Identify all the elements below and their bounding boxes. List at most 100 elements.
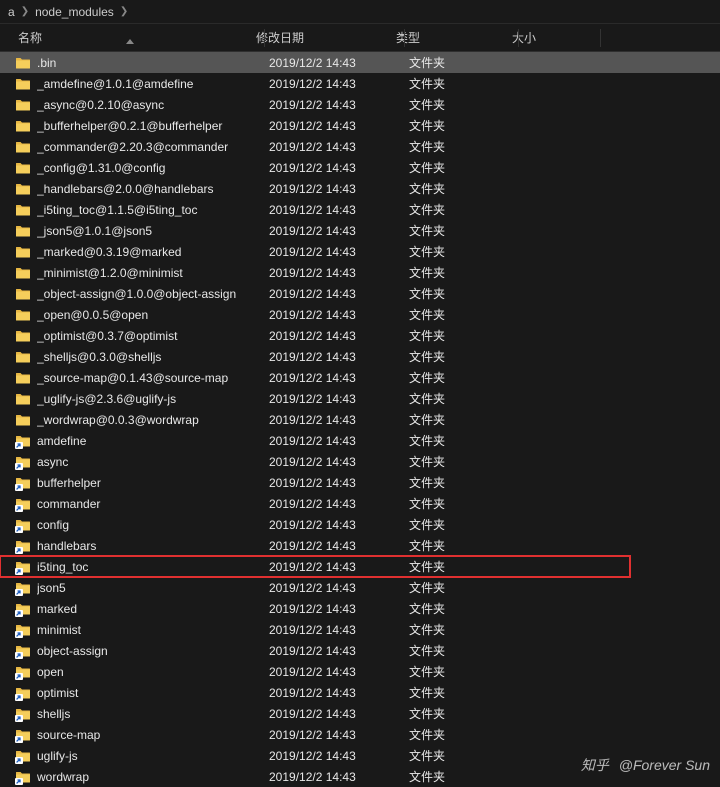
file-date: 2019/12/2 14:43 bbox=[269, 119, 409, 133]
file-type: 文件夹 bbox=[409, 54, 525, 71]
file-date: 2019/12/2 14:43 bbox=[269, 329, 409, 343]
file-row[interactable]: _shelljs@0.3.0@shelljs2019/12/2 14:43文件夹 bbox=[0, 346, 720, 367]
file-row[interactable]: _commander@2.20.3@commander2019/12/2 14:… bbox=[0, 136, 720, 157]
file-name: _minimist@1.2.0@minimist bbox=[37, 266, 269, 280]
file-type: 文件夹 bbox=[409, 495, 525, 512]
folder-shortcut-icon bbox=[15, 664, 31, 680]
file-type: 文件夹 bbox=[409, 516, 525, 533]
breadcrumb[interactable]: a ❯ node_modules ❯ bbox=[0, 0, 720, 24]
file-row[interactable]: _optimist@0.3.7@optimist2019/12/2 14:43文… bbox=[0, 325, 720, 346]
folder-icon bbox=[15, 391, 31, 407]
file-row[interactable]: minimist2019/12/2 14:43文件夹 bbox=[0, 619, 720, 640]
file-type: 文件夹 bbox=[409, 264, 525, 281]
file-row[interactable]: _marked@0.3.19@marked2019/12/2 14:43文件夹 bbox=[0, 241, 720, 262]
file-name: i5ting_toc bbox=[37, 560, 269, 574]
folder-shortcut-icon bbox=[15, 454, 31, 470]
file-row[interactable]: open2019/12/2 14:43文件夹 bbox=[0, 661, 720, 682]
file-row[interactable]: async2019/12/2 14:43文件夹 bbox=[0, 451, 720, 472]
file-row[interactable]: _config@1.31.0@config2019/12/2 14:43文件夹 bbox=[0, 157, 720, 178]
file-date: 2019/12/2 14:43 bbox=[269, 497, 409, 511]
file-row[interactable]: _bufferhelper@0.2.1@bufferhelper2019/12/… bbox=[0, 115, 720, 136]
file-name: _amdefine@1.0.1@amdefine bbox=[37, 77, 269, 91]
sort-ascending-icon bbox=[126, 39, 134, 44]
file-row[interactable]: optimist2019/12/2 14:43文件夹 bbox=[0, 682, 720, 703]
file-row[interactable]: _object-assign@1.0.0@object-assign2019/1… bbox=[0, 283, 720, 304]
file-name: marked bbox=[37, 602, 269, 616]
column-header-type[interactable]: 类型 bbox=[396, 29, 512, 46]
breadcrumb-part[interactable]: a bbox=[8, 5, 15, 19]
file-row[interactable]: json52019/12/2 14:43文件夹 bbox=[0, 577, 720, 598]
folder-shortcut-icon bbox=[15, 685, 31, 701]
file-type: 文件夹 bbox=[409, 432, 525, 449]
file-row[interactable]: _async@0.2.10@async2019/12/2 14:43文件夹 bbox=[0, 94, 720, 115]
file-row[interactable]: commander2019/12/2 14:43文件夹 bbox=[0, 493, 720, 514]
file-row[interactable]: wordwrap2019/12/2 14:43文件夹 bbox=[0, 766, 720, 787]
file-row[interactable]: uglify-js2019/12/2 14:43文件夹 bbox=[0, 745, 720, 766]
folder-icon bbox=[15, 412, 31, 428]
file-name: bufferhelper bbox=[37, 476, 269, 490]
file-date: 2019/12/2 14:43 bbox=[269, 224, 409, 238]
folder-shortcut-icon bbox=[15, 622, 31, 638]
file-row[interactable]: object-assign2019/12/2 14:43文件夹 bbox=[0, 640, 720, 661]
file-row[interactable]: shelljs2019/12/2 14:43文件夹 bbox=[0, 703, 720, 724]
file-type: 文件夹 bbox=[409, 684, 525, 701]
file-row[interactable]: source-map2019/12/2 14:43文件夹 bbox=[0, 724, 720, 745]
folder-icon bbox=[15, 97, 31, 113]
column-header-name[interactable]: 名称 bbox=[0, 29, 256, 46]
folder-icon bbox=[15, 76, 31, 92]
file-row[interactable]: _amdefine@1.0.1@amdefine2019/12/2 14:43文… bbox=[0, 73, 720, 94]
folder-icon bbox=[15, 160, 31, 176]
file-type: 文件夹 bbox=[409, 600, 525, 617]
file-row[interactable]: amdefine2019/12/2 14:43文件夹 bbox=[0, 430, 720, 451]
file-name: json5 bbox=[37, 581, 269, 595]
column-header-date[interactable]: 修改日期 bbox=[256, 29, 396, 46]
file-type: 文件夹 bbox=[409, 243, 525, 260]
file-date: 2019/12/2 14:43 bbox=[269, 665, 409, 679]
file-row[interactable]: _minimist@1.2.0@minimist2019/12/2 14:43文… bbox=[0, 262, 720, 283]
folder-icon bbox=[15, 349, 31, 365]
file-list: .bin2019/12/2 14:43文件夹_amdefine@1.0.1@am… bbox=[0, 52, 720, 787]
file-row[interactable]: _open@0.0.5@open2019/12/2 14:43文件夹 bbox=[0, 304, 720, 325]
file-date: 2019/12/2 14:43 bbox=[269, 182, 409, 196]
file-row[interactable]: _source-map@0.1.43@source-map2019/12/2 1… bbox=[0, 367, 720, 388]
folder-icon bbox=[15, 328, 31, 344]
file-date: 2019/12/2 14:43 bbox=[269, 686, 409, 700]
file-name: _commander@2.20.3@commander bbox=[37, 140, 269, 154]
file-row[interactable]: i5ting_toc2019/12/2 14:43文件夹 bbox=[0, 556, 630, 577]
file-date: 2019/12/2 14:43 bbox=[269, 392, 409, 406]
file-name: handlebars bbox=[37, 539, 269, 553]
file-row[interactable]: bufferhelper2019/12/2 14:43文件夹 bbox=[0, 472, 720, 493]
folder-shortcut-icon bbox=[15, 748, 31, 764]
file-name: _source-map@0.1.43@source-map bbox=[37, 371, 269, 385]
file-row[interactable]: _json5@1.0.1@json52019/12/2 14:43文件夹 bbox=[0, 220, 720, 241]
file-name: _shelljs@0.3.0@shelljs bbox=[37, 350, 269, 364]
file-row[interactable]: handlebars2019/12/2 14:43文件夹 bbox=[0, 535, 720, 556]
folder-shortcut-icon bbox=[15, 580, 31, 596]
folder-shortcut-icon bbox=[15, 643, 31, 659]
file-row[interactable]: _wordwrap@0.0.3@wordwrap2019/12/2 14:43文… bbox=[0, 409, 720, 430]
file-name: _optimist@0.3.7@optimist bbox=[37, 329, 269, 343]
folder-shortcut-icon bbox=[15, 475, 31, 491]
file-type: 文件夹 bbox=[409, 369, 525, 386]
file-row[interactable]: .bin2019/12/2 14:43文件夹 bbox=[0, 52, 720, 73]
file-type: 文件夹 bbox=[409, 159, 525, 176]
file-date: 2019/12/2 14:43 bbox=[269, 161, 409, 175]
file-name: _uglify-js@2.3.6@uglify-js bbox=[37, 392, 269, 406]
file-row[interactable]: config2019/12/2 14:43文件夹 bbox=[0, 514, 720, 535]
file-row[interactable]: _uglify-js@2.3.6@uglify-js2019/12/2 14:4… bbox=[0, 388, 720, 409]
file-row[interactable]: _i5ting_toc@1.1.5@i5ting_toc2019/12/2 14… bbox=[0, 199, 720, 220]
file-row[interactable]: _handlebars@2.0.0@handlebars2019/12/2 14… bbox=[0, 178, 720, 199]
file-date: 2019/12/2 14:43 bbox=[269, 98, 409, 112]
file-name: _json5@1.0.1@json5 bbox=[37, 224, 269, 238]
chevron-right-icon: ❯ bbox=[21, 6, 29, 17]
file-date: 2019/12/2 14:43 bbox=[269, 602, 409, 616]
file-type: 文件夹 bbox=[409, 537, 525, 554]
file-row[interactable]: marked2019/12/2 14:43文件夹 bbox=[0, 598, 720, 619]
folder-shortcut-icon bbox=[15, 496, 31, 512]
file-date: 2019/12/2 14:43 bbox=[269, 287, 409, 301]
breadcrumb-part[interactable]: node_modules bbox=[35, 5, 114, 19]
file-name: commander bbox=[37, 497, 269, 511]
column-header-size[interactable]: 大小 bbox=[512, 29, 612, 46]
folder-icon bbox=[15, 139, 31, 155]
file-type: 文件夹 bbox=[409, 75, 525, 92]
